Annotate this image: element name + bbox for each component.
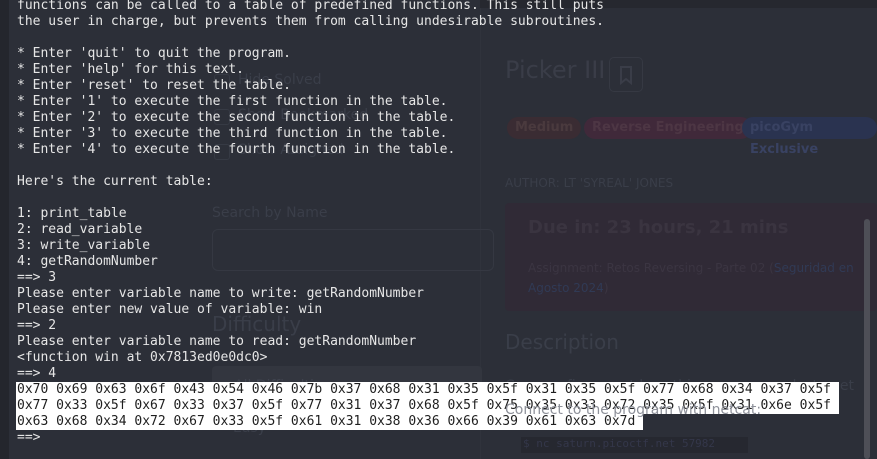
- terminal-line: * Enter 'help' for this text.: [17, 62, 244, 77]
- terminal-line: * Enter '2' to execute the second functi…: [17, 110, 456, 125]
- terminal-prompt[interactable]: ==>: [17, 430, 839, 446]
- scrollbar[interactable]: [864, 219, 870, 459]
- terminal-line: ==> 2: [17, 318, 57, 333]
- terminal-line: * Enter '4' to execute the fourth functi…: [17, 142, 456, 157]
- terminal-line: * Enter 'quit' to quit the program.: [17, 46, 291, 61]
- terminal-line: Please enter new value of variable: win: [17, 302, 323, 317]
- terminal-line: Here's the current table:: [17, 174, 213, 189]
- terminal-line: 3: write_variable: [17, 238, 151, 253]
- terminal-line: * Enter '3' to execute the third functio…: [17, 126, 448, 141]
- terminal-output[interactable]: functions can be called to a table of pr…: [16, 0, 839, 446]
- terminal-line: ==> 4: [17, 366, 57, 381]
- terminal-line: the user in charge, but prevents them fr…: [17, 14, 604, 29]
- terminal-line: 4: getRandomNumber: [17, 254, 158, 269]
- terminal-line: Please enter variable name to read: getR…: [17, 334, 417, 349]
- terminal-line: 1: print_table: [17, 206, 127, 221]
- left-edge: [0, 0, 9, 459]
- terminal-line: * Enter '1' to execute the first functio…: [17, 94, 448, 109]
- terminal-line: 2: read_variable: [17, 222, 143, 237]
- terminal-line-selected: 0x70 0x69 0x63 0x6f 0x43 0x54 0x46 0x7b …: [16, 382, 839, 398]
- terminal-line: <function win at 0x7813ed0e0dc0>: [17, 350, 268, 365]
- connect-text: Connect to the program with netcat:: [505, 402, 762, 418]
- terminal-line: Please enter variable name to write: get…: [17, 286, 424, 301]
- selected-hex-output[interactable]: 0x70 0x69 0x63 0x6f 0x43 0x54 0x46 0x7b …: [16, 382, 839, 398]
- terminal-line: ==> 3: [17, 270, 57, 285]
- terminal-line: * Enter 'reset' to reset the table.: [17, 78, 291, 93]
- terminal-line: functions can be called to a table of pr…: [17, 0, 604, 13]
